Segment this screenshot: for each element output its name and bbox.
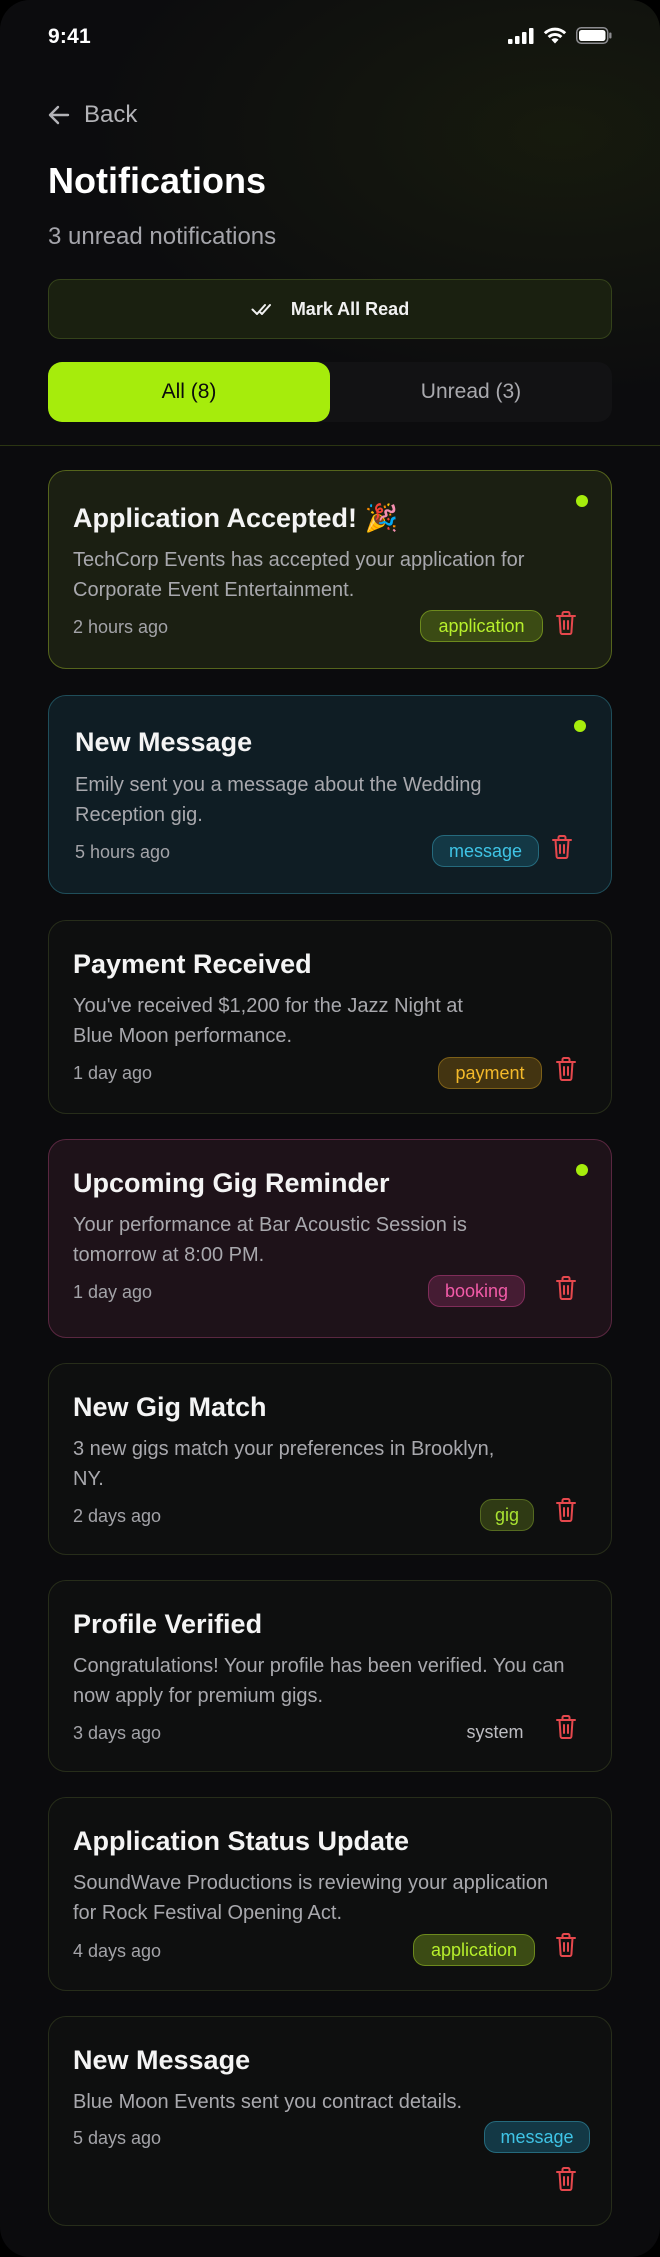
trash-icon[interactable] (554, 1932, 578, 1958)
unread-dot (576, 1164, 588, 1176)
notification-text: Blue Moon Events sent you contract detai… (73, 2091, 463, 2113)
notification-text: Congratulations! Your profile has been v… (73, 1655, 565, 1707)
status-time: 9:41 (48, 25, 91, 48)
notification-text: You've received $1,200 for the Jazz Nigh… (73, 995, 463, 1047)
notification-title: Profile Verified (73, 1609, 263, 1639)
category-tag: application (420, 610, 543, 642)
notification-title: New Message (75, 727, 253, 757)
notification-time: 4 days ago (73, 1941, 162, 1961)
trash-icon[interactable] (554, 1497, 578, 1523)
notification-time: 1 day ago (73, 1063, 153, 1083)
tab-all[interactable]: All (8) (48, 362, 330, 422)
category-tag: message (432, 835, 539, 867)
notification-title: Payment Received (73, 949, 312, 979)
wifi-icon (543, 27, 567, 44)
back-label: Back (84, 101, 138, 128)
category-tag: gig (480, 1499, 534, 1531)
notification-card[interactable]: Profile Verified Congratulations! Your p… (48, 1580, 612, 1772)
notification-time: 3 days ago (73, 1723, 162, 1743)
notification-title: Application Status Update (73, 1826, 410, 1856)
battery-icon (576, 27, 612, 44)
notification-text: SoundWave Productions is reviewing your … (73, 1872, 549, 1924)
category-tag: booking (428, 1275, 525, 1307)
notification-title: Application Accepted! 🎉 (73, 503, 399, 533)
notification-time: 1 day ago (73, 1282, 153, 1302)
notification-time: 5 days ago (73, 2128, 162, 2148)
category-tag: application (413, 1934, 535, 1966)
notification-title: New Gig Match (73, 1392, 267, 1422)
trash-icon[interactable] (554, 610, 578, 636)
notification-time: 5 hours ago (75, 842, 171, 862)
trash-icon[interactable] (554, 1275, 578, 1301)
back-button[interactable]: Back (48, 101, 137, 129)
notification-card[interactable]: Application Accepted! 🎉 TechCorp Events … (48, 470, 612, 669)
arrow-left-icon (48, 105, 70, 125)
page-title: Notifications (48, 160, 267, 201)
status-icons (508, 27, 612, 44)
notification-card[interactable]: Application Status Update SoundWave Prod… (48, 1797, 612, 1991)
notification-text: 3 new gigs match your preferences in Bro… (73, 1438, 495, 1490)
mark-all-read-button[interactable]: Mark All Read (48, 279, 612, 339)
notification-text: Emily sent you a message about the Weddi… (75, 774, 482, 826)
notification-text: TechCorp Events has accepted your applic… (73, 549, 525, 601)
notification-card[interactable]: New Message Emily sent you a message abo… (48, 695, 612, 894)
trash-icon[interactable] (554, 1056, 578, 1082)
category-tag: message (484, 2121, 590, 2153)
notification-card[interactable]: Upcoming Gig Reminder Your performance a… (48, 1139, 612, 1338)
trash-icon[interactable] (554, 2166, 578, 2192)
category-tag: system (466, 1721, 524, 1742)
notification-time: 2 hours ago (73, 617, 169, 637)
notification-title: New Message (73, 2045, 251, 2075)
notification-time: 2 days ago (73, 1506, 162, 1526)
trash-icon[interactable] (550, 834, 574, 860)
tab-unread[interactable]: Unread (3) (330, 362, 612, 422)
filter-tabs: All (8) Unread (3) (48, 362, 612, 422)
notification-card[interactable]: New Message Blue Moon Events sent you co… (48, 2016, 612, 2226)
phone-screen: 9:41 Back Notifications 3 unread notific… (0, 0, 660, 2257)
trash-icon[interactable] (554, 1714, 578, 1740)
signal-icon (508, 27, 534, 44)
unread-count-text: 3 unread notifications (48, 223, 277, 250)
unread-dot (576, 495, 588, 507)
notification-card[interactable]: New Gig Match 3 new gigs match your pref… (48, 1363, 612, 1555)
category-tag: payment (438, 1057, 542, 1089)
unread-dot (574, 720, 586, 732)
status-bar: 9:41 (0, 0, 660, 70)
notification-text: Your performance at Bar Acoustic Session… (73, 1214, 467, 1266)
notification-title: Upcoming Gig Reminder (73, 1168, 390, 1198)
notification-card[interactable]: Payment Received You've received $1,200 … (48, 920, 612, 1114)
mark-all-read-label: Mark All Read (290, 298, 410, 319)
double-check-icon (251, 304, 271, 315)
